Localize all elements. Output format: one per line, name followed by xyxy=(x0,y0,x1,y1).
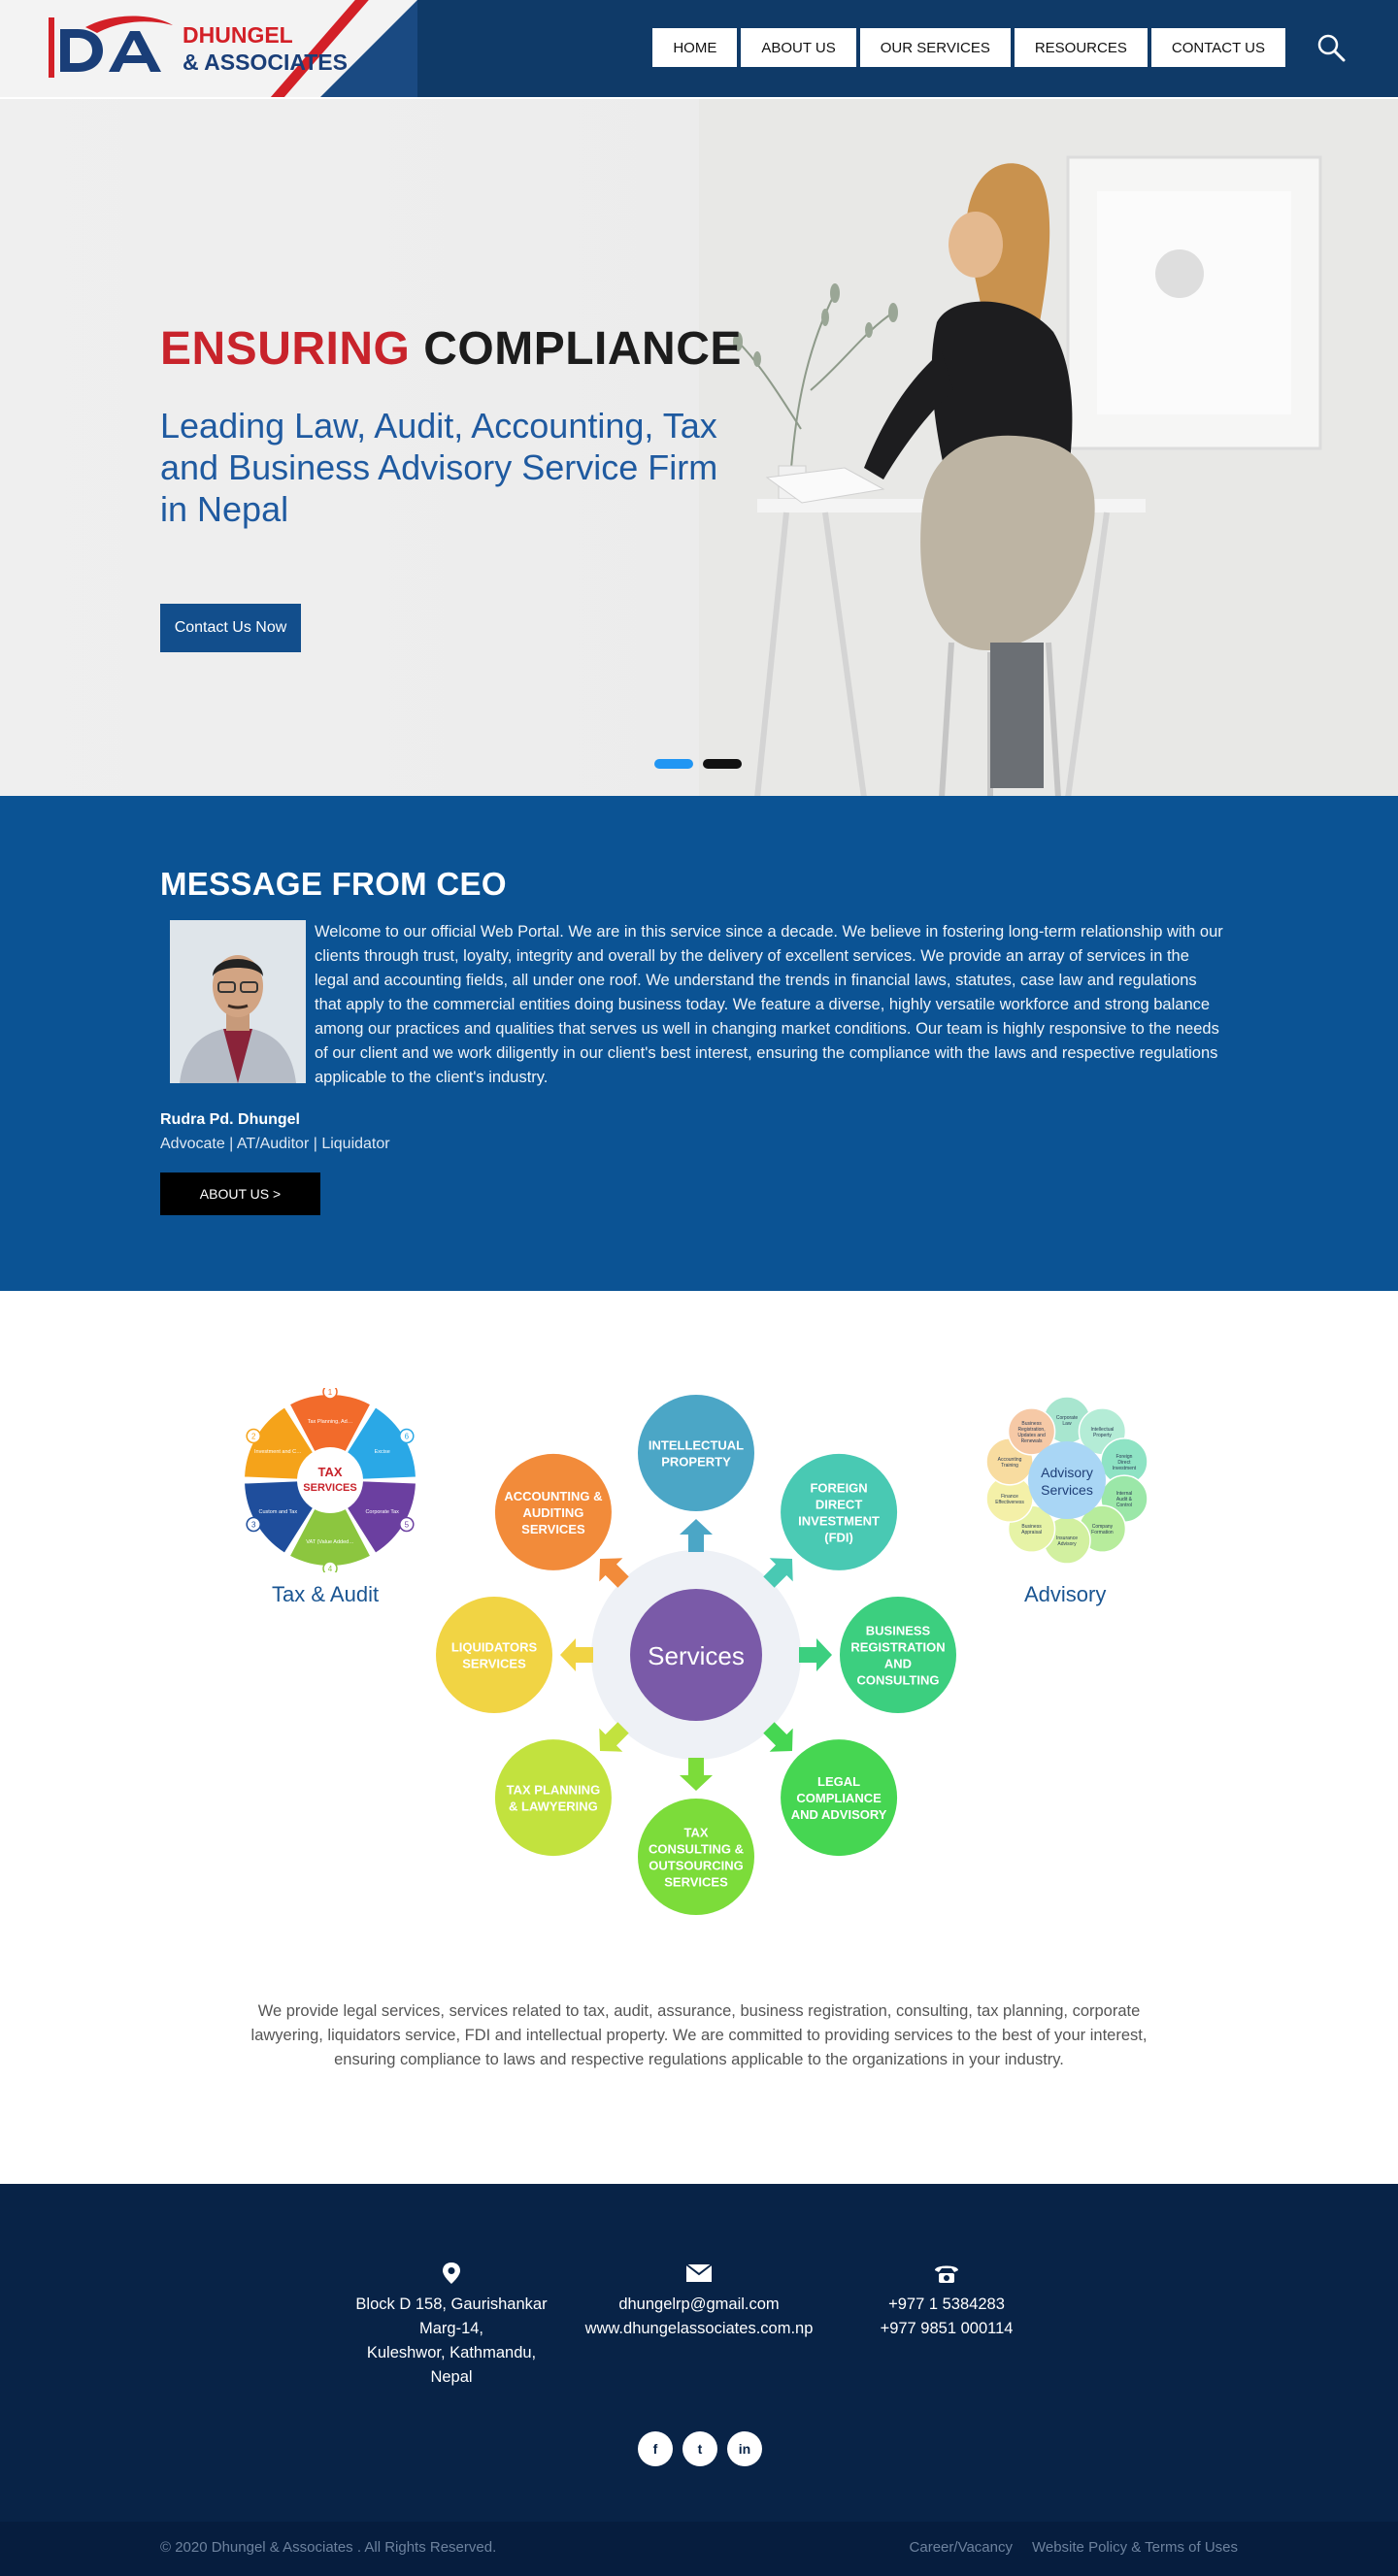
service-node[interactable]: LEGAL COMPLIANCE AND ADVISORY xyxy=(781,1739,898,1857)
tax-wheel-number: 2 xyxy=(251,1433,256,1441)
services-section: Tax Planning, Ad… 1 Excise 6 Corporate Tax 5 V… xyxy=(0,1291,1398,2184)
ceo-message-section: MESSAGE FROM CEO Welcome to our official… xyxy=(0,796,1398,1291)
nav-contact-us[interactable]: CONTACT US xyxy=(1150,28,1285,67)
service-node[interactable]: INTELLECTUAL PROPERTY xyxy=(638,1395,754,1511)
services-center-label: Services xyxy=(648,1641,745,1670)
services-arrow xyxy=(680,1758,713,1791)
footer-email[interactable]: dhungelrp@gmail.com xyxy=(582,2293,816,2317)
nav-home[interactable]: HOME xyxy=(652,28,738,67)
brand-name-line1: DHUNGEL xyxy=(183,22,293,48)
tax-wheel-number: 3 xyxy=(251,1521,256,1530)
tax-wheel-center-bottom: SERVICES xyxy=(303,1482,356,1494)
brand-name[interactable]: DHUNGEL & ASSOCIATES xyxy=(183,21,348,76)
ceo-name: Rudra Pd. Dhungel xyxy=(160,1111,300,1128)
footer-phone-1[interactable]: +977 1 5384283 xyxy=(854,2293,1039,2317)
twitter-icon[interactable]: t xyxy=(682,2431,717,2466)
site-footer: Block D 158, Gaurishankar Marg-14, Kules… xyxy=(0,2184,1398,2522)
address-line-4: Nepal xyxy=(430,2368,473,2386)
service-node[interactable]: FOREIGN DIRECT INVESTMENT (FDI) xyxy=(781,1453,898,1570)
service-node[interactable]: TAX PLANNING & LAWYERING xyxy=(494,1739,612,1857)
ceo-photo xyxy=(170,920,306,1083)
social-links: f t in xyxy=(638,2431,762,2466)
ceo-message: Welcome to our official Web Portal. We a… xyxy=(315,923,1223,1086)
tax-wheel-segment-label: Tax Planning, Ad… xyxy=(308,1419,352,1425)
advisory-wheel-center-1: Advisory xyxy=(1041,1465,1093,1480)
services-arrow xyxy=(560,1638,593,1671)
footer-phones: +977 1 5384283 +977 9851 000114 xyxy=(854,2262,1039,2341)
contact-us-now-button[interactable]: Contact Us Now xyxy=(160,604,301,652)
advisory-petal-label: Insurance Advisory xyxy=(1056,1536,1078,1547)
advisory-link[interactable]: Advisory xyxy=(1024,1582,1106,1607)
advisory-services-wheel[interactable]: Corporate LawIntellectual PropertyForeign D… xyxy=(975,1388,1159,1572)
footer-contact-web: dhungelrp@gmail.com www.dhungelassociate… xyxy=(582,2262,816,2341)
services-diagram: INTELLECTUAL PROPERTYFOREIGN DIRECT INVESTM… xyxy=(436,1395,956,1915)
website-policy-link[interactable]: Website Policy & Terms of Uses xyxy=(1032,2539,1238,2556)
linkedin-icon[interactable]: in xyxy=(727,2431,762,2466)
footer-links: Career/Vacancy Website Policy & Terms of… xyxy=(910,2539,1238,2556)
footer-phone-2[interactable]: +977 9851 000114 xyxy=(854,2317,1039,2341)
tax-wheel-segment-label: VAT (Value Added… xyxy=(306,1539,353,1545)
hero-slider: ENSURING COMPLIANCE Leading Law, Audit, … xyxy=(0,97,1398,796)
tax-audit-link[interactable]: Tax & Audit xyxy=(272,1582,379,1607)
copyright-text: © 2020 Dhungel & Associates . All Rights… xyxy=(160,2539,497,2556)
slider-dots xyxy=(654,759,742,769)
site-header: DHUNGEL & ASSOCIATES HOME ABOUT US OUR S… xyxy=(0,0,1398,97)
main-nav: HOME ABOUT US OUR SERVICES RESOURCES CON… xyxy=(652,28,1285,67)
footer-website[interactable]: www.dhungelassociates.com.np xyxy=(582,2317,816,2341)
tax-wheel-number: 1 xyxy=(328,1388,333,1397)
tax-services-wheel[interactable]: Tax Planning, Ad…1Excise6Corporate Tax5V… xyxy=(238,1388,422,1572)
services-arrow xyxy=(680,1519,713,1552)
slider-dot-1[interactable] xyxy=(654,759,693,769)
nav-resources[interactable]: RESOURCES xyxy=(1014,28,1148,67)
about-us-button[interactable]: ABOUT US > xyxy=(160,1172,320,1215)
service-node[interactable]: ACCOUNTING & AUDITING SERVICES xyxy=(494,1453,612,1570)
tax-wheel-center-top: TAX xyxy=(317,1465,342,1479)
tax-wheel-segment-label: Corporate Tax xyxy=(365,1509,399,1515)
facebook-icon[interactable]: f xyxy=(638,2431,673,2466)
service-node[interactable]: LIQUIDATORS SERVICES xyxy=(436,1597,552,1713)
tax-wheel-number: 4 xyxy=(328,1565,333,1572)
search-icon[interactable] xyxy=(1316,33,1346,62)
services-arrow xyxy=(799,1638,832,1671)
hero-title-accent: ENSURING xyxy=(160,323,411,375)
service-node[interactable]: BUSINESS REGISTRATION AND CONSULTING xyxy=(840,1597,956,1713)
nav-about-us[interactable]: ABOUT US xyxy=(741,28,856,67)
career-vacancy-link[interactable]: Career/Vacancy xyxy=(910,2539,1013,2556)
hero-title: ENSURING COMPLIANCE xyxy=(160,322,742,376)
ceo-heading: MESSAGE FROM CEO xyxy=(160,866,507,902)
phone-icon xyxy=(935,2265,958,2283)
advisory-petal-label: Accounting Training xyxy=(998,1457,1022,1469)
address-line-1: Block D 158, Gaurishankar xyxy=(355,2295,548,2313)
hero-title-rest: COMPLIANCE xyxy=(423,323,742,375)
address-line-2: Marg-14, xyxy=(418,2320,484,2337)
footer-address: Block D 158, Gaurishankar Marg-14, Kules… xyxy=(350,2262,553,2390)
services-description: We provide legal services, services rela… xyxy=(250,2002,1148,2068)
hero-image xyxy=(699,99,1398,796)
nav-our-services[interactable]: OUR SERVICES xyxy=(859,28,1011,67)
tax-wheel-segment-label: Custom and Tax xyxy=(258,1509,297,1515)
envelope-icon xyxy=(685,2263,713,2282)
brand-logo-mark[interactable] xyxy=(47,14,179,82)
tax-wheel-segment-label: Investment and C… xyxy=(254,1449,302,1455)
brand-name-line2: & ASSOCIATES xyxy=(183,50,348,75)
advisory-petal-label: Business Registration, Updates and Renewals xyxy=(1017,1421,1046,1444)
service-node[interactable]: TAX CONSULTING & OUTSOURCING SERVICES xyxy=(638,1799,754,1915)
advisory-petal-label: Business Appraisal xyxy=(1021,1524,1042,1536)
ceo-role: Advocate | AT/Auditor | Liquidator xyxy=(160,1136,390,1152)
advisory-petal-label: Company Formation xyxy=(1091,1524,1114,1536)
slider-dot-2[interactable] xyxy=(703,759,742,769)
location-pin-icon xyxy=(443,2262,460,2284)
tax-wheel-segment-label: Excise xyxy=(375,1449,390,1455)
advisory-petal-label: Intellectual Property xyxy=(1090,1427,1114,1438)
hero-subtitle: Leading Law, Audit, Accounting, Tax and … xyxy=(160,406,718,529)
advisory-petal-label: Internal Audit & Control xyxy=(1116,1491,1133,1508)
advisory-wheel-center-2: Services xyxy=(1041,1482,1093,1498)
address-line-3: Kuleshwor, Kathmandu, xyxy=(366,2344,537,2361)
